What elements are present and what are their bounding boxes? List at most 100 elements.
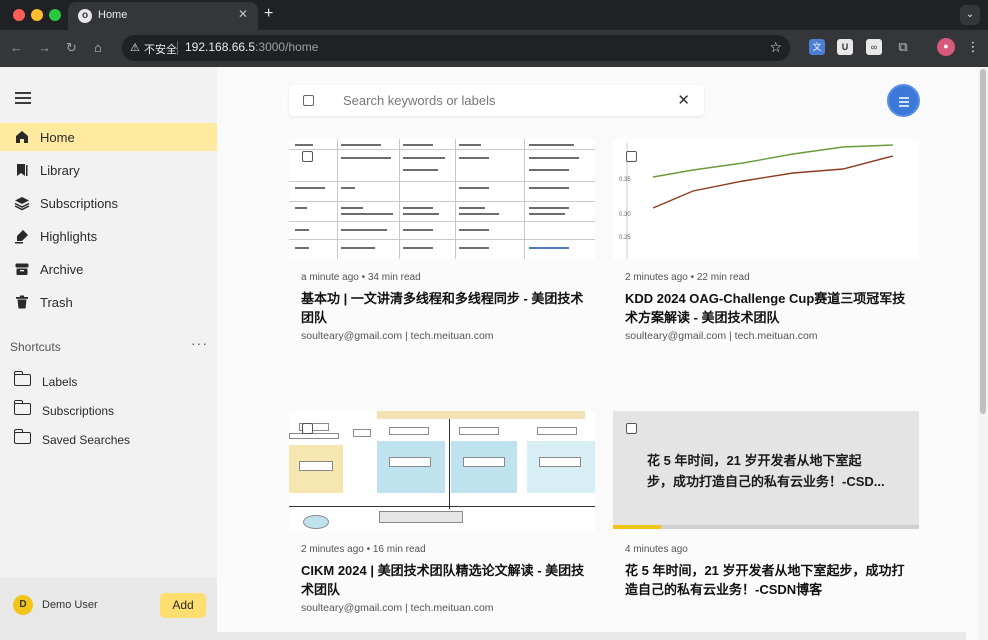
card-meta: 2 minutes ago • 22 min read [625, 272, 750, 283]
article-card[interactable]: a minute ago • 34 min read 基本功 | 一文讲清多线程… [289, 139, 595, 387]
shortcuts-heading: Shortcuts [10, 340, 61, 354]
user-name[interactable]: Demo User [42, 599, 98, 611]
url-text[interactable]: 192.168.66.5:3000/home [185, 40, 318, 54]
card-source: soulteary@gmail.com | tech.meituan.com [625, 330, 818, 342]
article-card[interactable]: 0.35 0.30 0.25 2 minutes ago • 22 min re… [613, 139, 919, 387]
close-window-button[interactable] [13, 9, 25, 21]
chart-svg: 0.35 0.30 0.25 [619, 143, 894, 259]
shortcut-saved-searches[interactable]: Saved Searches [0, 428, 217, 452]
diagram-thumbnail [289, 411, 595, 531]
article-card[interactable]: 花 5 年时间，21 岁开发者从地下室起步，成功打造自己的私有云业务！-CSD.… [613, 411, 919, 640]
vertical-scrollbar[interactable] [978, 67, 988, 640]
translate-extension-icon[interactable]: 文 [809, 39, 825, 55]
card-source: soulteary@gmail.com | tech.meituan.com [301, 602, 494, 614]
new-tab-icon[interactable]: + [264, 5, 273, 23]
warning-icon[interactable]: ⚠ [130, 41, 140, 54]
url-path: :3000/home [255, 40, 319, 54]
close-tab-icon[interactable]: ✕ [238, 7, 248, 21]
add-button[interactable]: Add [160, 593, 206, 618]
shortcut-label: Subscriptions [42, 404, 115, 418]
avatar[interactable]: D [13, 595, 33, 615]
folder-icon [13, 429, 32, 446]
trash-icon [14, 294, 30, 310]
library-icon [14, 162, 30, 178]
card-select-checkbox[interactable] [302, 151, 313, 162]
shield-extension-icon[interactable]: U [837, 39, 853, 55]
series-line-brown [652, 155, 894, 209]
axis-tick-label: 0.35 [619, 177, 631, 183]
reload-icon[interactable]: ↻ [66, 40, 77, 56]
shortcut-label: Saved Searches [42, 433, 131, 447]
card-title[interactable]: KDD 2024 OAG-Challenge Cup赛道三项冠军技术方案解读 -… [625, 289, 909, 327]
insecure-label[interactable]: 不安全 [144, 41, 177, 57]
user-bar: D Demo User Add [0, 578, 217, 640]
reading-progress-fill [613, 525, 661, 529]
address-bar[interactable]: ⚠ 不安全 192.168.66.5:3000/home ☆ [122, 35, 790, 61]
sidebar: Home Library Subscriptions Highlights Ar… [0, 67, 217, 640]
card-meta: 2 minutes ago • 16 min read [301, 544, 426, 555]
sidebar-item-label: Library [40, 163, 80, 178]
series-line-green [652, 144, 894, 178]
tab-strip: o Home ✕ + ⌄ [0, 0, 988, 30]
sidebar-item-archive[interactable]: Archive [0, 255, 217, 283]
clear-search-icon[interactable]: ✕ [677, 91, 690, 109]
card-meta: 4 minutes ago [625, 544, 688, 555]
card-title[interactable]: CIKM 2024 | 美团技术团队精选论文解读 - 美团技术团队 [301, 561, 585, 599]
sidebar-item-label: Archive [40, 262, 84, 277]
line-chart-thumbnail: 0.35 0.30 0.25 [613, 139, 919, 259]
maximize-window-button[interactable] [49, 9, 61, 21]
sidebar-item-highlights[interactable]: Highlights [0, 222, 217, 250]
app-content: Home Library Subscriptions Highlights Ar… [0, 67, 988, 640]
home-icon [14, 129, 30, 145]
browser-menu-icon[interactable]: ⋮ [965, 39, 981, 55]
axis-tick-label: 0.25 [619, 235, 631, 241]
browser-tab[interactable]: o Home ✕ [68, 2, 258, 30]
archive-icon [14, 261, 30, 277]
card-source: soulteary@gmail.com | tech.meituan.com [301, 330, 494, 342]
horizontal-scrollbar[interactable] [0, 632, 966, 640]
scrollbar-thumb[interactable] [980, 69, 986, 414]
menu-button[interactable] [887, 84, 920, 117]
sidebar-item-subscriptions[interactable]: Subscriptions [0, 189, 217, 217]
sidebar-item-label: Home [40, 130, 75, 145]
bookmark-star-icon[interactable]: ☆ [769, 39, 782, 56]
shortcuts-more-icon[interactable]: ··· [191, 335, 208, 351]
minimize-window-button[interactable] [31, 9, 43, 21]
sidebar-item-library[interactable]: Library [0, 156, 217, 184]
search-bar: Search keywords or labels ✕ [289, 85, 704, 116]
table-thumbnail [289, 139, 595, 259]
forward-icon[interactable]: → [38, 40, 51, 55]
article-card[interactable]: 2 minutes ago • 16 min read CIKM 2024 | … [289, 411, 595, 640]
sidebar-item-trash[interactable]: Trash [0, 288, 217, 316]
home-page-icon[interactable]: ⌂ [94, 40, 102, 55]
shortcut-labels[interactable]: Labels [0, 370, 217, 394]
card-select-checkbox[interactable] [626, 151, 637, 162]
sidebar-item-home[interactable]: Home [0, 123, 217, 151]
extensions-puzzle-icon[interactable]: ⧉ [895, 39, 911, 55]
card-title[interactable]: 基本功 | 一文讲清多线程和多线程同步 - 美团技术团队 [301, 289, 585, 327]
browser-window: o Home ✕ + ⌄ ← → ↻ ⌂ ⚠ 不安全 192.168.66.5:… [0, 0, 988, 640]
sidebar-item-label: Subscriptions [40, 196, 119, 211]
browser-toolbar: ← → ↻ ⌂ ⚠ 不安全 192.168.66.5:3000/home ☆ 文… [0, 30, 988, 67]
profile-icon[interactable]: ● [937, 38, 955, 56]
highlights-icon [14, 228, 30, 244]
url-host: 192.168.66.5 [185, 40, 256, 54]
card-select-checkbox[interactable] [302, 423, 313, 434]
shortcut-label: Labels [42, 375, 78, 389]
glasses-extension-icon[interactable]: ∞ [866, 39, 882, 55]
axis-tick-label: 0.30 [619, 212, 631, 218]
sidebar-toggle-icon[interactable] [15, 92, 31, 104]
card-select-checkbox[interactable] [626, 423, 637, 434]
app-favicon-icon: o [78, 9, 92, 23]
shortcut-subscriptions[interactable]: Subscriptions [0, 399, 217, 423]
subscriptions-icon [14, 195, 30, 211]
select-all-checkbox[interactable] [303, 95, 314, 106]
tab-title: Home [98, 9, 128, 21]
card-title[interactable]: 花 5 年时间，21 岁开发者从地下室起步，成功打造自己的私有云业务！-CSDN… [625, 561, 909, 599]
address-separator [177, 41, 178, 55]
card-meta: a minute ago • 34 min read [301, 272, 421, 283]
search-input[interactable]: Search keywords or labels [343, 93, 495, 108]
tab-search-icon[interactable]: ⌄ [960, 5, 980, 25]
back-icon[interactable]: ← [10, 40, 23, 55]
thumbnail-text: 花 5 年时间，21 岁开发者从地下室起步，成功打造自己的私有云业务！-CSD.… [647, 453, 885, 489]
